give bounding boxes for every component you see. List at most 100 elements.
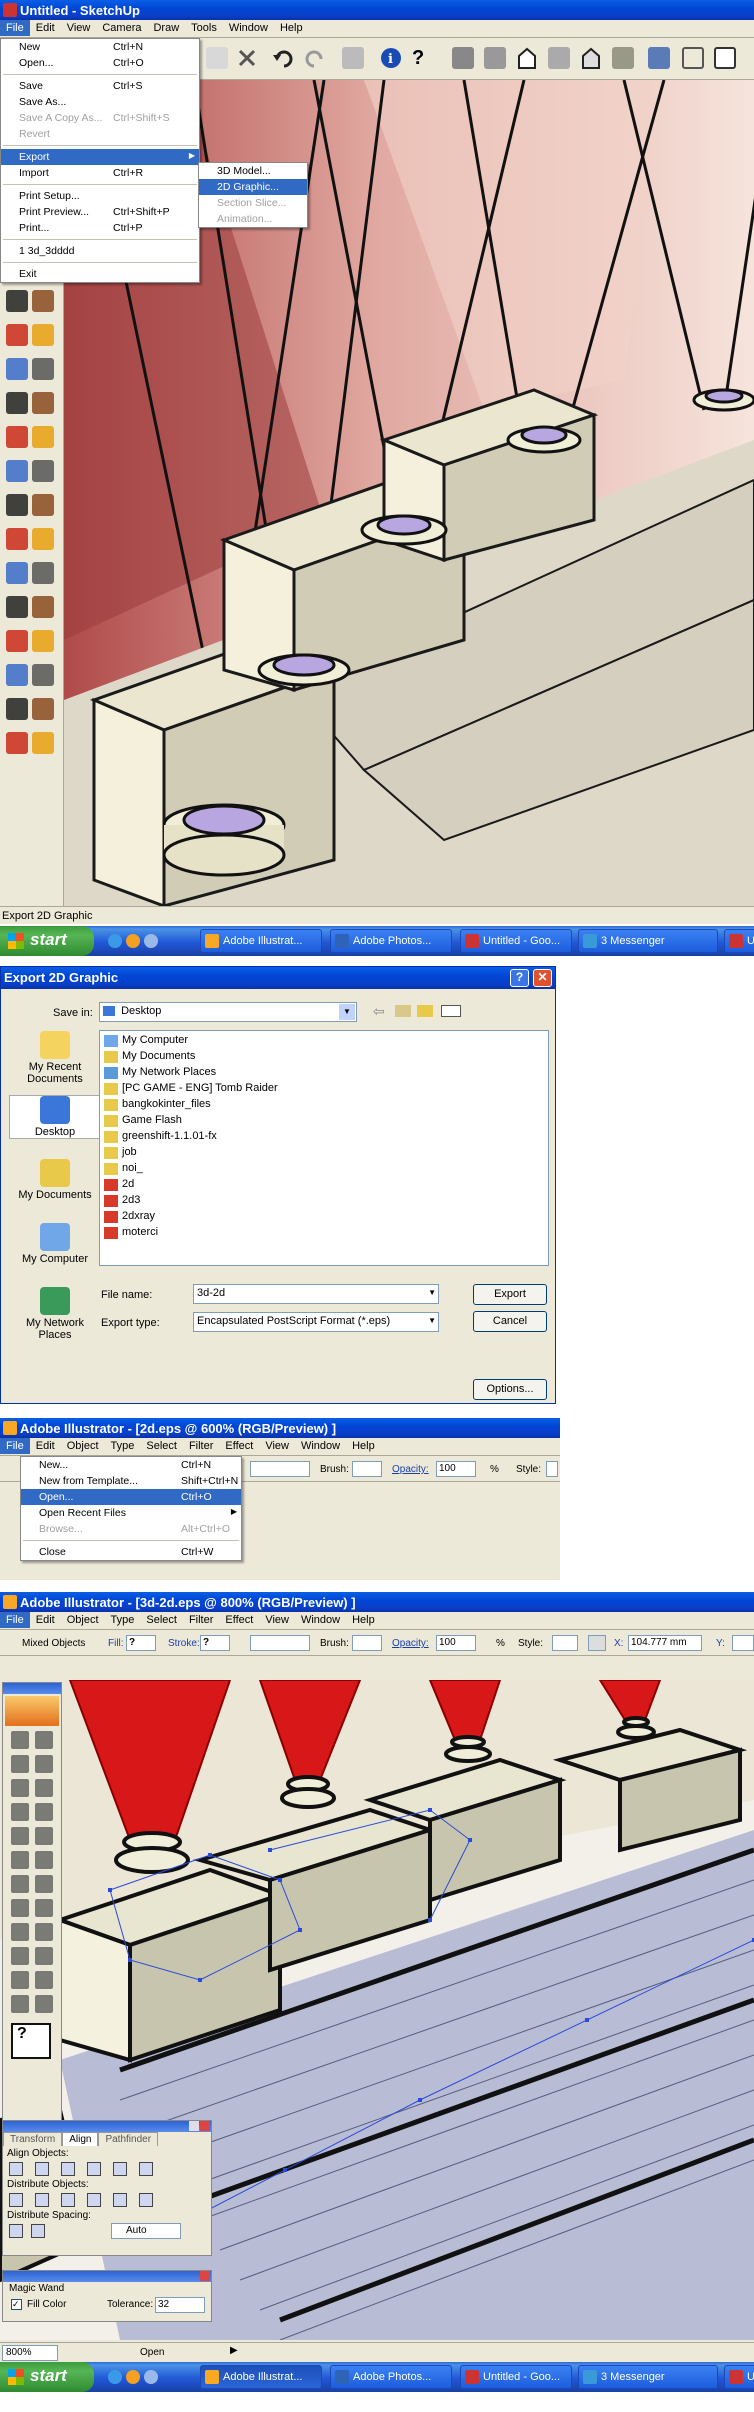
quicklaunch-ie-icon[interactable]: [108, 2370, 122, 2384]
warp-tool-icon[interactable]: [11, 1875, 29, 1893]
file-list-item[interactable]: noi_: [102, 1161, 546, 1177]
close-icon[interactable]: ✕: [533, 969, 552, 987]
menu-file[interactable]: File: [0, 20, 30, 36]
lasso-tool-icon[interactable]: [35, 1755, 53, 1773]
xray-icon[interactable]: [648, 47, 670, 69]
magic-wand-tool-icon[interactable]: [11, 1755, 29, 1773]
taskbar-button[interactable]: Unt: [724, 929, 754, 953]
taskbar-button[interactable]: Adobe Illustrat...: [200, 2365, 322, 2389]
minimize-icon[interactable]: [189, 2121, 199, 2131]
chevron-down-icon[interactable]: ▼: [339, 1004, 355, 1020]
file-name-input[interactable]: 3d-2d ▼: [193, 1284, 439, 1304]
paintbrush-tool-icon[interactable]: [11, 1827, 29, 1845]
menu-item[interactable]: Save Ctrl+S: [1, 78, 199, 94]
iso-view-icon[interactable]: [452, 47, 474, 69]
rotate-tool-icon[interactable]: [11, 1851, 29, 1869]
distribute-spacing-vertical-icon[interactable]: [9, 2224, 23, 2238]
stroke-weight-select[interactable]: [250, 1635, 310, 1651]
menu-select[interactable]: Select: [140, 1438, 183, 1454]
quicklaunch-desktop-icon[interactable]: [144, 2370, 158, 2384]
file-list[interactable]: My Computer My Documents My Network Places…: [99, 1030, 549, 1266]
menu-item[interactable]: Close Ctrl+W: [21, 1544, 241, 1560]
pen-tool-icon[interactable]: [11, 1779, 29, 1797]
back-icon[interactable]: ⇦: [373, 1003, 385, 1020]
tab-align[interactable]: Align: [62, 2132, 99, 2146]
place-my-documents[interactable]: My Documents: [9, 1159, 101, 1201]
brush-select[interactable]: [352, 1461, 382, 1477]
hidden-line-icon[interactable]: [714, 47, 736, 69]
back-view-icon[interactable]: [580, 47, 602, 69]
look-around-icon[interactable]: [6, 732, 28, 754]
top-view-icon[interactable]: [484, 47, 506, 69]
axes-icon[interactable]: [6, 562, 28, 584]
tape-measure-icon[interactable]: [6, 494, 28, 516]
distribute-option-icon[interactable]: [87, 2193, 101, 2207]
taskbar-button[interactable]: Adobe Illustrat...: [200, 929, 322, 953]
menu-camera[interactable]: Camera: [96, 20, 147, 36]
scale-tool-icon[interactable]: [35, 1851, 53, 1869]
right-view-icon[interactable]: [548, 47, 570, 69]
follow-me-icon[interactable]: [32, 426, 54, 448]
previous-view-icon[interactable]: [32, 664, 54, 686]
undo-icon[interactable]: [272, 47, 294, 69]
anchor-point[interactable]: [108, 1888, 112, 1892]
menu-select[interactable]: Select: [140, 1612, 183, 1628]
opacity-input[interactable]: 100: [436, 1635, 476, 1651]
pan-icon[interactable]: [32, 596, 54, 618]
anchor-point[interactable]: [198, 1978, 202, 1982]
align-option-icon[interactable]: [35, 2162, 49, 2176]
menu-file[interactable]: File: [0, 1612, 30, 1628]
model-info-icon[interactable]: i: [380, 47, 402, 69]
menu-item[interactable]: Open Recent Files ▶: [21, 1505, 241, 1521]
menu-item[interactable]: Open... Ctrl+O: [1, 55, 199, 71]
file-list-item[interactable]: 2dxray: [102, 1209, 546, 1225]
style-select[interactable]: [552, 1635, 578, 1651]
x-input[interactable]: 104.777 mm: [628, 1635, 702, 1651]
place-my-computer[interactable]: My Computer: [9, 1223, 101, 1265]
push-pull-icon[interactable]: [6, 392, 28, 414]
file-list-item[interactable]: 2d: [102, 1177, 546, 1193]
menu-item[interactable]: Print Preview... Ctrl+Shift+P: [1, 204, 199, 220]
quicklaunch-media-icon[interactable]: [126, 2370, 140, 2384]
style-select[interactable]: [546, 1461, 558, 1477]
stroke-swatch[interactable]: ?: [200, 1635, 230, 1651]
menu-type[interactable]: Type: [105, 1438, 141, 1454]
close-icon[interactable]: [200, 2121, 210, 2131]
anchor-point[interactable]: [268, 1848, 272, 1852]
hand-tool-icon[interactable]: [11, 1995, 29, 2013]
file-list-item[interactable]: job: [102, 1145, 546, 1161]
new-folder-icon[interactable]: [417, 1005, 433, 1017]
taskbar-button[interactable]: 3 Messenger: [578, 929, 718, 953]
align-option-icon[interactable]: [9, 2162, 23, 2176]
file-list-item[interactable]: [PC GAME - ENG] Tomb Raider: [102, 1081, 546, 1097]
anchor-point[interactable]: [468, 1838, 472, 1842]
menu-item[interactable]: Open... Ctrl+O: [21, 1489, 241, 1505]
menu-item[interactable]: 3D Model...: [199, 163, 307, 179]
menu-item[interactable]: Export ▶: [1, 149, 199, 165]
menu-item[interactable]: 1 3d_3dddd: [1, 243, 199, 259]
opacity-input[interactable]: 100: [436, 1461, 476, 1477]
move-icon[interactable]: [32, 392, 54, 414]
close-icon[interactable]: [200, 2271, 210, 2281]
taskbar-button[interactable]: Untitled - Goo...: [460, 2365, 572, 2389]
export-button[interactable]: Export: [473, 1284, 547, 1305]
rectangle-icon[interactable]: [6, 290, 28, 312]
menu-view[interactable]: View: [259, 1612, 295, 1628]
anchor-point[interactable]: [278, 1878, 282, 1882]
fill-swatch[interactable]: ?: [126, 1635, 156, 1651]
stroke-weight-select[interactable]: [250, 1461, 310, 1477]
taskbar-button[interactable]: Untitled - Goo...: [460, 929, 572, 953]
distribute-spacing-horizontal-icon[interactable]: [31, 2224, 45, 2238]
menu-object[interactable]: Object: [61, 1612, 105, 1628]
position-camera-icon[interactable]: [6, 698, 28, 720]
circle-icon[interactable]: [6, 324, 28, 346]
zoom-icon[interactable]: [6, 630, 28, 652]
file-list-item[interactable]: My Computer: [102, 1033, 546, 1049]
menu-view[interactable]: View: [259, 1438, 295, 1454]
paste-icon[interactable]: [206, 47, 228, 69]
taskbar-button[interactable]: 3 Messenger: [578, 2365, 718, 2389]
tab-pathfinder[interactable]: Pathfinder: [98, 2132, 159, 2146]
menu-item[interactable]: Print Setup...: [1, 188, 199, 204]
menu-help[interactable]: Help: [274, 20, 309, 36]
menu-item[interactable]: Exit: [1, 266, 199, 282]
